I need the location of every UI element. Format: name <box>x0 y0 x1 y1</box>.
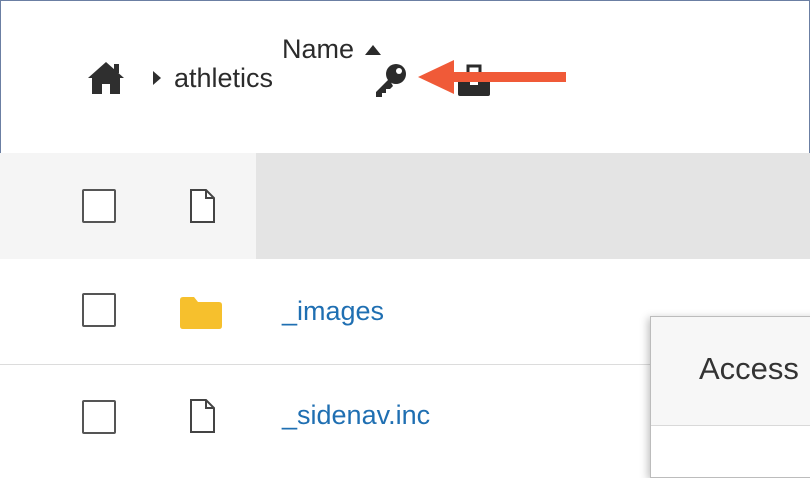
annotation-arrow <box>418 60 566 94</box>
file-link[interactable]: _images <box>282 296 384 327</box>
row-checkbox[interactable] <box>82 400 116 434</box>
folder-icon <box>180 297 222 329</box>
name-column-label: Name <box>282 34 355 64</box>
file-type-header-icon <box>190 189 215 223</box>
breadcrumb-current[interactable]: athletics <box>174 63 273 94</box>
table-header <box>0 153 810 259</box>
caret-right-icon <box>153 71 161 85</box>
header-name-cell[interactable] <box>256 153 810 259</box>
home-icon[interactable] <box>86 60 126 96</box>
name-column-header[interactable]: Name <box>282 34 382 65</box>
file-link[interactable]: _sidenav.inc <box>282 400 430 431</box>
access-popover: Access <box>650 316 810 478</box>
popover-header: Access <box>651 317 810 426</box>
select-all-checkbox[interactable] <box>82 189 116 223</box>
sort-ascending-icon <box>365 44 382 55</box>
breadcrumb: athletics <box>86 56 273 100</box>
header-left-cells <box>0 153 256 259</box>
popover-title: Access <box>699 351 799 386</box>
row-checkbox[interactable] <box>82 293 116 327</box>
key-icon[interactable] <box>372 62 408 98</box>
file-icon <box>190 399 215 433</box>
